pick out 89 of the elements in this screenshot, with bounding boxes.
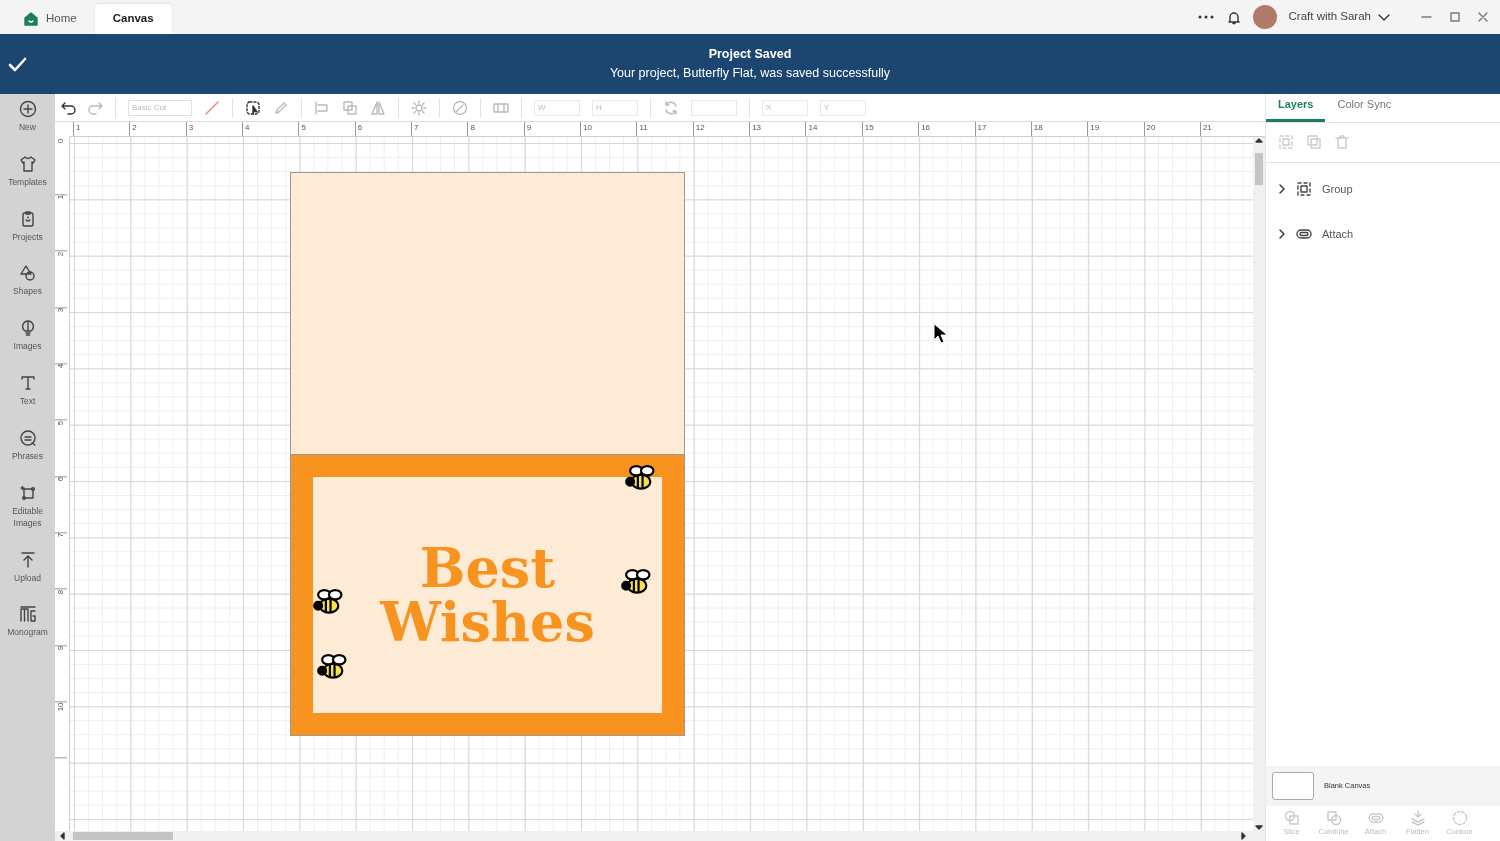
ruler-number: 15 [861, 122, 919, 136]
ruler-number: 13 [749, 122, 806, 136]
sidebar-item[interactable]: Monogram [0, 603, 55, 659]
text-icon [18, 374, 37, 392]
ruler-number: 7 [411, 122, 468, 136]
scroll-thumb[interactable] [73, 832, 173, 840]
group-icon [1296, 181, 1312, 197]
scroll-left-icon[interactable] [59, 832, 65, 840]
sidebar-item[interactable]: New [0, 98, 55, 153]
sidebar-item[interactable]: Shapes [0, 262, 55, 318]
ruler-number: 2 [129, 122, 186, 136]
ruler-number: 19 [1087, 122, 1144, 136]
ruler-number: 12 [692, 122, 750, 136]
ruler-number: 7 [55, 533, 67, 590]
flatten-icon [1409, 809, 1426, 826]
ruler-number: 9 [523, 122, 581, 136]
scroll-right-icon[interactable] [1241, 832, 1247, 840]
ruler-number: 9 [55, 646, 67, 703]
ruler-number: 3 [55, 308, 67, 365]
ruler-number: 5 [298, 122, 355, 136]
notification-message: Your project, Butterfly Flat, was saved successfully [609, 65, 891, 82]
sidebar-item[interactable]: Templates [0, 152, 55, 208]
checkmark-icon [8, 55, 27, 73]
window-tab[interactable]: Home [6, 4, 95, 34]
align-icon[interactable] [314, 99, 330, 116]
ruler-number: 17 [974, 122, 1031, 136]
window-tab[interactable]: Canvas [94, 4, 172, 34]
sidebar-item[interactable]: Editable Images [0, 481, 55, 549]
duplicate-icon[interactable] [1306, 134, 1322, 150]
ruler-number: 8 [467, 122, 524, 136]
chat-icon [18, 428, 37, 447]
ruler-number: 6 [55, 477, 67, 534]
account-menu[interactable]: Craft with Sarah [1288, 8, 1391, 26]
sidebar-item[interactable]: Projects [0, 207, 55, 263]
mouse-pointer-icon [933, 323, 949, 345]
monogram-icon [18, 605, 37, 624]
sidebar-item[interactable]: Upload [0, 548, 55, 604]
ruler-number: 1 [55, 195, 67, 252]
sidebar-item[interactable]: Text [0, 372, 55, 427]
arrange-icon[interactable] [342, 99, 358, 116]
group-icon[interactable] [1278, 134, 1294, 150]
design-text: Best Wishes [380, 541, 595, 649]
home-icon [24, 12, 38, 26]
close-icon[interactable] [1478, 12, 1488, 22]
attach-icon [1296, 226, 1312, 242]
ruler-number: 8 [55, 589, 67, 647]
ruler-number: 1 [73, 122, 130, 136]
panel-tab[interactable]: Layers [1266, 96, 1326, 122]
ruler-number: 21 [1199, 122, 1257, 136]
shapes-icon [18, 264, 37, 283]
slice-icon [1283, 809, 1300, 826]
layer-item[interactable]: Attach [1266, 211, 1500, 257]
ruler-number: 11 [636, 122, 693, 136]
ruler-number: 5 [55, 420, 67, 478]
ruler-number: 4 [55, 364, 67, 421]
scroll-thumb[interactable] [1255, 153, 1263, 185]
ruler-number: 10 [55, 702, 67, 759]
ruler-number: 10 [580, 122, 637, 136]
panel-tab[interactable]: Color Sync [1325, 96, 1404, 122]
ruler-number: 18 [1030, 122, 1088, 136]
select-all-icon[interactable] [245, 99, 261, 116]
combine-icon [1325, 809, 1342, 826]
sidebar-item[interactable]: Phrases [0, 426, 55, 482]
ruler-number: 0 [55, 139, 67, 196]
ruler-number: 16 [918, 122, 975, 136]
ruler-number: 2 [55, 251, 67, 309]
ruler-number: 6 [354, 122, 412, 136]
undo-icon[interactable] [61, 100, 76, 115]
ruler-number: 20 [1143, 122, 1200, 136]
sidebar-item[interactable]: Images [0, 317, 55, 372]
upload-icon [18, 550, 37, 569]
contour-icon [1451, 809, 1468, 826]
redo-icon[interactable] [88, 100, 103, 115]
shirt-icon [18, 154, 37, 173]
trash-icon[interactable] [1334, 134, 1350, 150]
edit-icon [18, 483, 37, 502]
canvas-swatch[interactable] [1272, 772, 1314, 800]
notification-title: Project Saved [708, 46, 792, 64]
ruler-number: 14 [805, 122, 862, 136]
plus-icon [18, 100, 37, 118]
line-icon [204, 99, 220, 116]
maximize-icon[interactable] [1450, 12, 1460, 22]
layer-item[interactable]: Group [1266, 166, 1500, 212]
ruler-number: 4 [242, 122, 299, 136]
rotate-icon[interactable] [663, 99, 679, 116]
avatar[interactable] [1252, 5, 1277, 29]
ruler-number: 3 [185, 122, 243, 136]
flip-icon[interactable] [370, 99, 386, 116]
bell-icon[interactable] [1226, 9, 1241, 25]
